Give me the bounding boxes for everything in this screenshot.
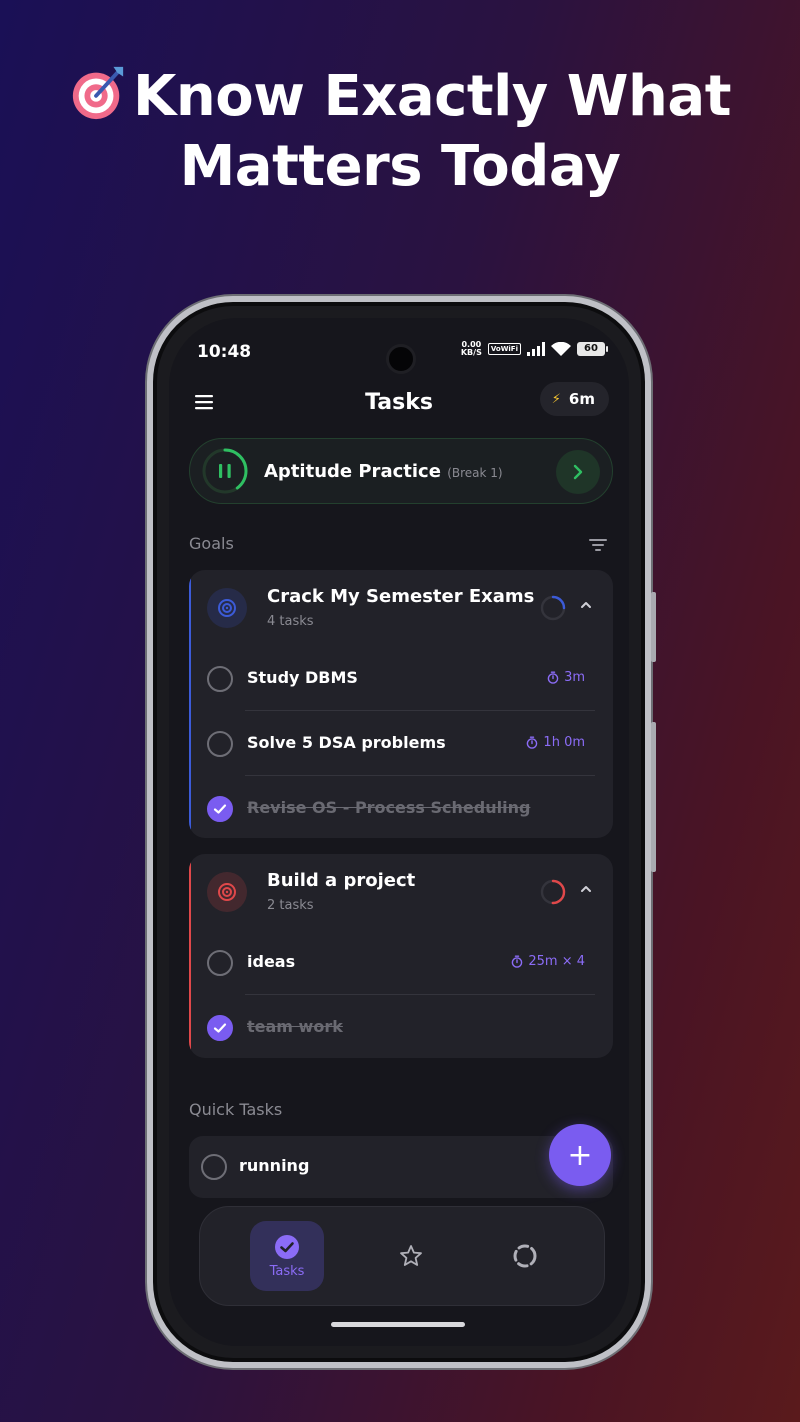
nav-tab-favorites[interactable] <box>374 1221 448 1291</box>
goal-task-list: Study DBMS 3m Solve 5 DSA problems 1h 0m Rev… <box>189 646 613 838</box>
pause-icon[interactable] <box>219 464 223 478</box>
timer-title: Aptitude Practice <box>264 461 441 482</box>
stopwatch-icon <box>547 671 559 684</box>
status-icons: 0.00 KB/S VoWiFi 60 <box>461 341 608 357</box>
timer-subtitle: (Break 1) <box>447 466 503 480</box>
nav-tab-tasks[interactable]: Tasks <box>250 1221 324 1291</box>
task-checkbox[interactable] <box>207 950 233 976</box>
task-duration-value: 3m <box>564 670 585 685</box>
task-checkbox[interactable] <box>207 666 233 692</box>
task-title: ideas <box>247 952 296 971</box>
nav-tab-progress[interactable] <box>488 1221 562 1291</box>
target-emoji-icon <box>72 66 124 120</box>
task-title: team work <box>247 1017 343 1036</box>
quick-task-title: running <box>239 1156 310 1175</box>
vowifi-badge: VoWiFi <box>487 343 521 355</box>
net-speed-unit: KB/S <box>460 348 482 357</box>
status-time: 10:48 <box>197 342 252 362</box>
goal-task-list: ideas 25m × 4 team work <box>189 930 613 1058</box>
plus-icon: + <box>567 1137 593 1173</box>
stopwatch-icon <box>527 736 538 749</box>
home-indicator[interactable] <box>331 1322 465 1327</box>
task-row[interactable]: ideas 25m × 4 <box>189 930 613 995</box>
front-camera <box>386 344 416 374</box>
headline-line-2: Matters Today <box>179 134 621 199</box>
task-title: Study DBMS <box>247 668 358 687</box>
task-title: Solve 5 DSA problems <box>247 733 446 752</box>
task-checkbox[interactable] <box>207 731 233 757</box>
task-row[interactable]: Solve 5 DSA problems 1h 0m <box>189 711 613 776</box>
goal-title: Crack My Semester Exams <box>267 586 535 607</box>
signal-icon <box>527 342 545 356</box>
power-button <box>651 722 656 872</box>
chevron-up-icon[interactable] <box>579 884 593 894</box>
streak-value: 6m <box>568 390 595 408</box>
filter-icon[interactable] <box>587 536 609 554</box>
app-screen: 10:48 0.00 KB/S VoWiFi 60 Tasks ⚡ 6m Apt… <box>169 318 629 1346</box>
goal-title: Build a project <box>267 870 416 891</box>
battery-icon: 60 <box>577 342 608 356</box>
net-speed: 0.00 KB/S <box>461 341 482 357</box>
goal-card[interactable]: Crack My Semester Exams 4 tasks Study DB… <box>189 570 613 838</box>
task-duration: 3m <box>547 670 585 685</box>
bottom-nav: Tasks <box>199 1206 605 1306</box>
goal-target-icon <box>207 588 247 628</box>
goal-card[interactable]: Build a project 2 tasks ideas 25m × 4 team… <box>189 854 613 1058</box>
goal-progress-ring <box>540 879 566 905</box>
timer-progress-ring <box>202 448 248 494</box>
quick-tasks-section-label: Quick Tasks <box>189 1100 283 1119</box>
task-duration-value: 1h 0m <box>543 735 585 750</box>
nav-tab-tasks-label: Tasks <box>269 1263 305 1279</box>
check-circle-icon <box>275 1234 299 1259</box>
check-icon <box>213 804 227 814</box>
progress-loader-icon <box>513 1244 537 1268</box>
task-duration: 25m × 4 <box>511 954 585 969</box>
task-duration: 1h 0m <box>526 735 585 750</box>
goal-progress-ring <box>540 595 566 621</box>
task-checkbox[interactable] <box>201 1154 227 1180</box>
active-timer-card[interactable]: Aptitude Practice (Break 1) <box>189 438 613 504</box>
open-timer-button[interactable] <box>556 450 600 494</box>
chevron-up-icon[interactable] <box>579 600 593 610</box>
phone-frame: 10:48 0.00 KB/S VoWiFi 60 Tasks ⚡ 6m Apt… <box>147 296 656 1368</box>
lightning-icon: ⚡ <box>551 391 561 407</box>
task-checkbox[interactable] <box>207 1015 233 1041</box>
volume-button <box>651 592 656 662</box>
timer-task-label: Aptitude Practice (Break 1) <box>264 461 503 482</box>
add-task-button[interactable]: + <box>549 1124 611 1186</box>
goals-section-label: Goals <box>189 534 234 553</box>
goal-task-count: 2 tasks <box>267 898 314 913</box>
task-duration-value: 25m × 4 <box>528 954 585 969</box>
headline-line-1: Know Exactly What <box>133 64 731 129</box>
goal-header[interactable]: Build a project 2 tasks <box>189 854 613 930</box>
goal-header[interactable]: Crack My Semester Exams 4 tasks <box>189 570 613 646</box>
star-icon <box>400 1245 422 1266</box>
stopwatch-icon <box>512 955 523 968</box>
task-row[interactable]: team work <box>189 995 613 1058</box>
wifi-icon <box>551 341 571 356</box>
task-row[interactable]: Study DBMS 3m <box>189 646 613 711</box>
goal-task-count: 4 tasks <box>267 614 314 629</box>
task-row[interactable]: Revise OS - Process Scheduling <box>189 776 613 838</box>
streak-badge[interactable]: ⚡ 6m <box>539 382 609 416</box>
check-icon <box>213 1023 227 1033</box>
chevron-right-icon <box>573 464 583 480</box>
promo-headline: Know Exactly What Matters Today <box>0 62 800 202</box>
status-bar: 10:48 0.00 KB/S VoWiFi 60 <box>169 318 629 378</box>
task-title: Revise OS - Process Scheduling <box>247 798 531 817</box>
app-header: Tasks ⚡ 6m <box>169 378 629 428</box>
task-checkbox[interactable] <box>207 796 233 822</box>
goal-target-icon <box>207 872 247 912</box>
